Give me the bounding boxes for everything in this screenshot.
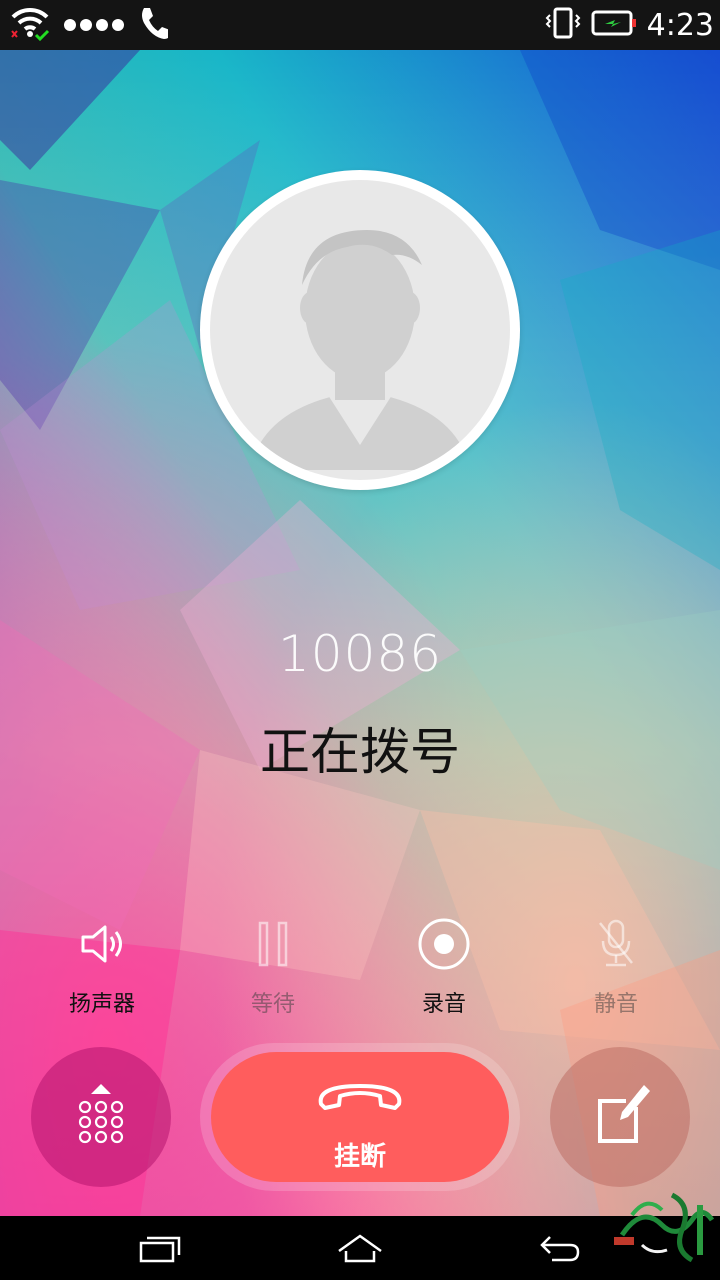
phone-number: 10086	[277, 625, 443, 683]
home-icon	[338, 1234, 382, 1263]
speaker-label: 扬声器	[68, 992, 135, 1017]
home-button[interactable]	[300, 1216, 420, 1280]
status-bar: 4:23	[0, 0, 720, 50]
hangup-phone-icon	[318, 1084, 402, 1110]
record-button[interactable]: 录音	[374, 912, 514, 1018]
avatar-placeholder-icon	[210, 180, 510, 480]
watermark-logo	[614, 1192, 715, 1263]
clock: 4:23	[646, 7, 714, 43]
pause-icon	[203, 912, 343, 976]
signal-dots-icon	[64, 19, 124, 31]
speaker-button[interactable]: 扬声器	[32, 912, 172, 1018]
hold-label: 等待	[250, 992, 295, 1017]
back-icon	[540, 1236, 580, 1262]
mute-button[interactable]: 静音	[546, 912, 686, 1018]
phone-icon	[138, 6, 170, 44]
note-button[interactable]	[550, 1047, 690, 1187]
hangup-label: 挂断	[333, 1142, 386, 1172]
mute-label: 静音	[593, 992, 638, 1017]
record-label: 录音	[421, 992, 466, 1017]
hold-button[interactable]: 等待	[203, 912, 343, 1018]
back-button[interactable]	[500, 1216, 620, 1280]
call-actions: 扬声器 等待 录音 静音	[0, 912, 720, 1022]
speaker-icon	[32, 912, 172, 976]
wifi-icon	[10, 5, 50, 45]
battery-charging-icon	[591, 9, 637, 41]
recent-apps-button[interactable]	[100, 1216, 220, 1280]
keypad-button[interactable]	[31, 1047, 171, 1187]
contact-avatar	[200, 170, 520, 490]
in-call-screen: 4:23 10086 正在拨号 扬声器 等待 录音 静音 挂断	[0, 0, 720, 1280]
vibrate-icon	[545, 6, 581, 44]
hangup-button[interactable]: 挂断	[211, 1052, 509, 1182]
mic-mute-icon	[546, 912, 686, 976]
record-icon	[374, 912, 514, 976]
keypad-icon	[78, 1084, 124, 1144]
recent-apps-icon	[139, 1236, 181, 1263]
call-status: 正在拨号	[260, 723, 460, 781]
edit-note-icon	[598, 1085, 650, 1143]
